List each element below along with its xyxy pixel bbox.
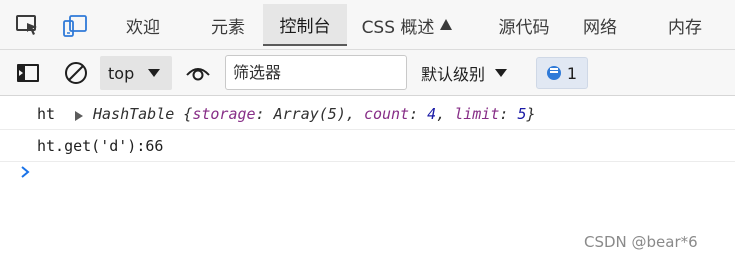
prompt-chevron-icon[interactable] (20, 165, 30, 179)
dropdown-caret-icon (495, 69, 508, 77)
prop-value: Array(5) (273, 105, 346, 123)
message-icon (546, 66, 561, 80)
tab-label: 内存 (668, 17, 702, 38)
console-log-row: ht HashTable {storage: Array(5), count: … (0, 99, 735, 130)
device-emulation-icon[interactable] (62, 13, 88, 39)
dropdown-caret-icon (148, 69, 161, 77)
devtools-tab-bar: 欢迎 元素 控制台 CSS 概述 源代码 网络 内存 (0, 0, 735, 50)
tab-label: 网络 (583, 17, 617, 38)
sidebar-toggle-icon[interactable] (15, 61, 41, 85)
flask-icon (440, 18, 453, 30)
tab-label: 源代码 (498, 17, 550, 38)
watermark: CSDN @bear*6 (584, 233, 698, 251)
live-expression-eye-icon[interactable] (185, 61, 211, 85)
context-value: top (108, 63, 135, 83)
prop-value: 4 (427, 105, 437, 123)
class-name: HashTable (93, 105, 175, 123)
console-log-row: ht.get('d'):66 (0, 131, 735, 162)
tab-sources[interactable]: 源代码 (488, 4, 560, 46)
tab-welcome[interactable]: 欢迎 (111, 4, 175, 46)
log-level-value: 默认级别 (421, 65, 486, 84)
inspect-element-icon[interactable] (15, 13, 41, 39)
tab-memory[interactable]: 内存 (656, 4, 714, 46)
tab-label: 元素 (211, 17, 245, 38)
log-text: ht.get('d'):66 (37, 137, 164, 155)
tab-label: CSS 概述 (361, 17, 435, 38)
message-count: 1 (566, 63, 578, 83)
context-selector[interactable]: top (100, 56, 172, 90)
tab-css-overview[interactable]: CSS 概述 (352, 4, 462, 46)
console-toolbar: top 默认级别 1 (0, 50, 735, 96)
prop-key: limit (454, 105, 500, 123)
prop-key: storage (192, 105, 256, 123)
clear-console-icon[interactable] (63, 61, 89, 85)
expand-triangle-icon[interactable] (75, 111, 83, 121)
prop-key: count (363, 105, 410, 123)
log-level-selector[interactable]: 默认级别 (421, 58, 508, 88)
message-count-badge[interactable]: 1 (536, 57, 588, 89)
filter-input[interactable] (225, 55, 407, 90)
tab-elements[interactable]: 元素 (196, 4, 260, 46)
object-preview[interactable]: HashTable {storage: Array(5), count: 4, … (93, 105, 536, 123)
tab-console[interactable]: 控制台 (263, 4, 347, 46)
tab-label: 控制台 (279, 16, 331, 37)
prop-value: 5 (517, 105, 527, 123)
tab-label: 欢迎 (126, 17, 160, 38)
tab-network[interactable]: 网络 (572, 4, 628, 46)
log-label: ht (37, 105, 56, 123)
